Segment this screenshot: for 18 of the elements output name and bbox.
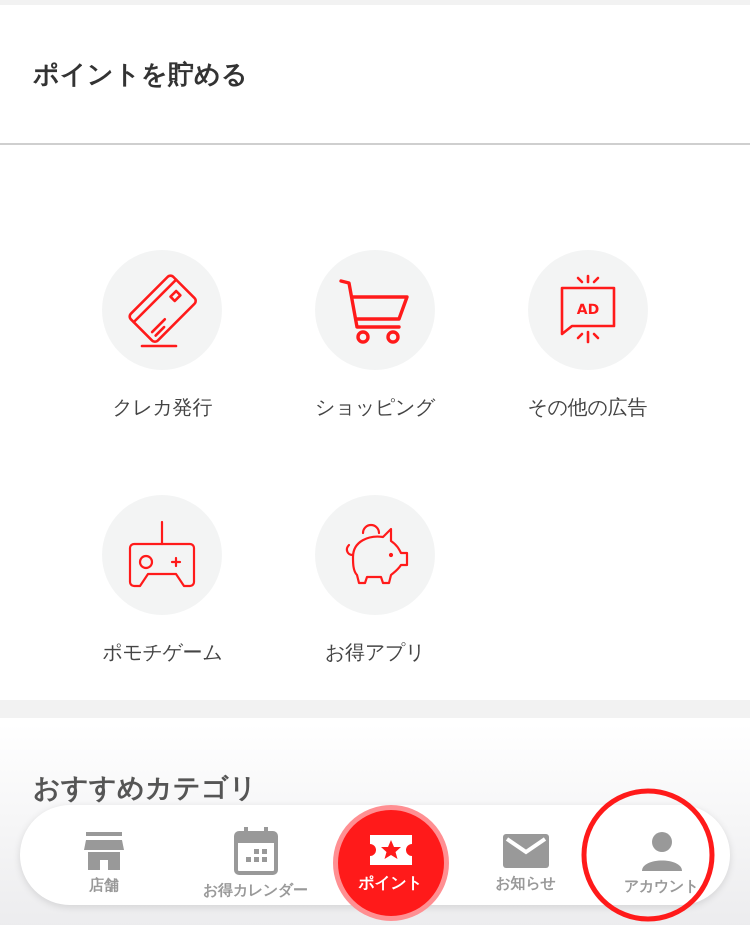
tab-button[interactable]: お知らせ — [458, 805, 593, 921]
person-icon — [642, 830, 682, 870]
service-label: クレカ発行 — [112, 394, 212, 421]
section-title: おすすめカテゴリ — [33, 772, 258, 806]
service-label: ショッピング — [314, 394, 435, 421]
page-title: ポイントを貯める — [33, 58, 248, 92]
star-ticket-icon — [368, 832, 414, 866]
service-label: その他の広告 — [528, 394, 648, 421]
envelope-icon — [502, 834, 548, 868]
service-label: ポモチゲーム — [102, 639, 222, 666]
storefront-icon — [84, 832, 124, 870]
tab-button[interactable]: ポイント — [332, 805, 448, 921]
calendar-icon — [232, 826, 280, 874]
tab-button[interactable]: お得カレンダー — [188, 805, 323, 921]
service-button[interactable]: AD — [528, 250, 648, 370]
tab-button[interactable]: 店舗 — [20, 805, 188, 921]
tab-button[interactable]: アカウント — [593, 805, 730, 921]
service-label: お得アプリ — [324, 639, 425, 666]
